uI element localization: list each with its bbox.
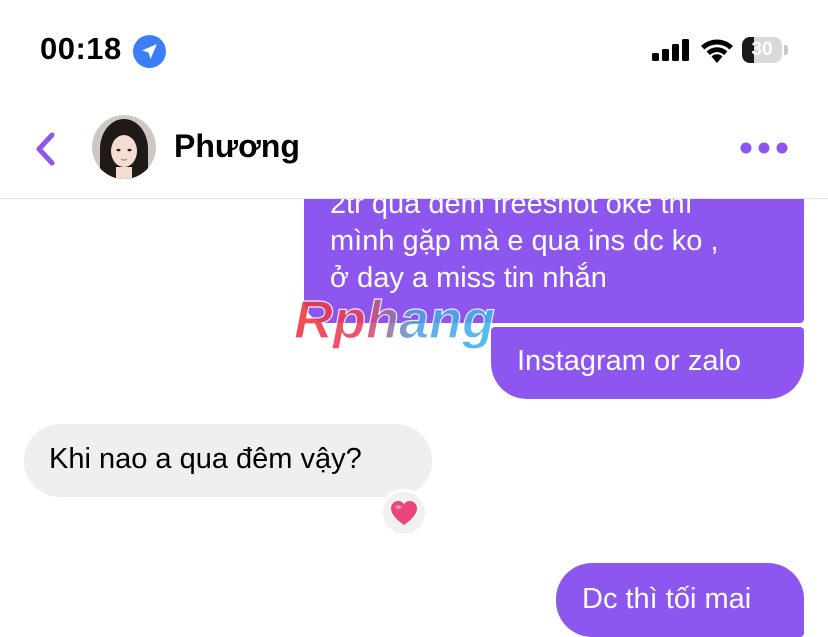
heart-icon	[391, 501, 417, 525]
message-line: 2tr qua đêm freeshot oke thì	[330, 199, 693, 220]
cellular-signal-icon	[652, 39, 689, 61]
back-button[interactable]	[28, 129, 64, 169]
battery-body: 30	[742, 37, 782, 63]
outgoing-message[interactable]: Dc thì tối mai	[556, 563, 804, 637]
contact-name[interactable]: Phương	[174, 128, 300, 165]
chat-header: Phương	[0, 100, 828, 199]
battery-level: 30	[751, 39, 773, 60]
message-reaction[interactable]	[380, 489, 428, 537]
status-time: 00:18	[40, 31, 122, 66]
message-line: mình gặp mà e qua ins dc ko ,	[330, 225, 719, 257]
avatar[interactable]	[92, 115, 156, 179]
location-arrow-icon	[133, 35, 166, 68]
status-bar: 00:18 30	[0, 0, 828, 100]
avatar-photo	[92, 115, 156, 179]
message-thread[interactable]: 2tr qua đêm freeshot oke thì mình gặp mà…	[0, 199, 828, 637]
battery-icon: 30	[742, 37, 788, 63]
more-options-button[interactable]	[738, 138, 790, 158]
wifi-icon	[701, 39, 733, 63]
watermark-logo: Rphang	[293, 289, 495, 350]
watermark-text: Rphang	[294, 290, 495, 350]
incoming-message[interactable]: Khi nao a qua đêm vậy?	[24, 424, 432, 497]
battery-nub	[784, 45, 788, 55]
